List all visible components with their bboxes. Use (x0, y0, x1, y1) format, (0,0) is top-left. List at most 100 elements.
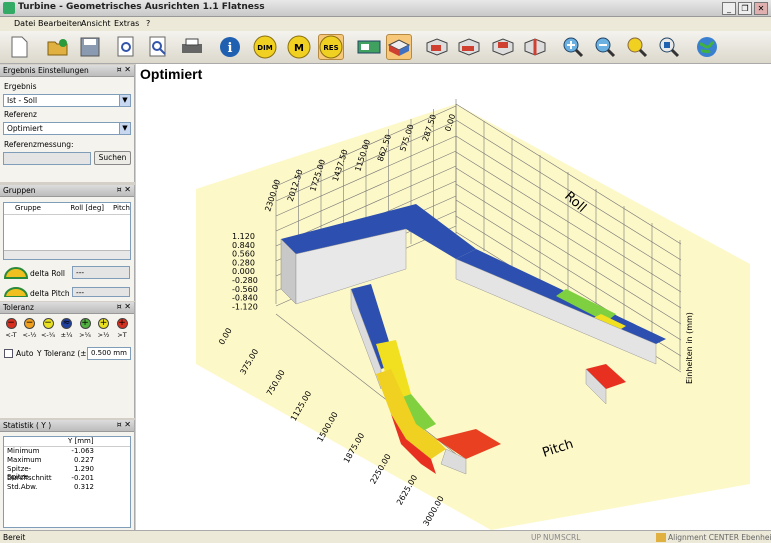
gruppen-table[interactable]: Gruppe Roll [deg] Pitch (3, 202, 131, 260)
referenz-value: Optimiert (7, 124, 43, 133)
status-text: Bereit (3, 533, 26, 542)
globe-icon[interactable] (694, 34, 720, 60)
tolerance-item[interactable]: + >½ (95, 318, 113, 339)
y-axis-ticks: 1.1200.8400.5600.2800.000-0.280-0.560-0.… (232, 232, 258, 311)
view-iso-icon[interactable] (522, 34, 548, 60)
y-toleranz-input[interactable]: 0.500 mm (87, 347, 131, 360)
tolerance-item[interactable]: − <-¼ (39, 318, 57, 339)
tolerance-label: >½ (97, 331, 110, 339)
stat-key: Std.Abw. (7, 483, 38, 491)
ergebnis-select[interactable]: Ist - Soll ▼ (3, 94, 131, 107)
toleranz-panel: Toleranz ¤ ✕ − <-T − <-½ − <-¼ ≈ ±¼ + >¼ + >½ + >T Aut… (0, 302, 135, 418)
tolerance-dot-icon: − (24, 318, 35, 329)
menu-extras[interactable]: Extras (114, 19, 139, 28)
zoom-in-icon[interactable] (560, 34, 586, 60)
referenzmessung-field[interactable] (3, 152, 91, 165)
chevron-down-icon: ▼ (119, 123, 130, 134)
chevron-down-icon: ▼ (119, 95, 130, 106)
panel-pin-close-icon[interactable]: ¤ ✕ (117, 65, 131, 74)
tolerance-item[interactable]: ≈ ±¼ (58, 318, 76, 339)
tolerance-label: <-T (5, 331, 17, 339)
info-icon[interactable]: i (217, 34, 243, 60)
col-roll[interactable]: Roll [deg] (52, 204, 104, 214)
tolerance-dot-icon: + (98, 318, 109, 329)
col-gruppe[interactable]: Gruppe (4, 204, 52, 214)
menu-ansicht[interactable]: Ansicht (81, 19, 111, 28)
delta-roll-icon (4, 267, 28, 279)
toleranz-title: Toleranz (3, 303, 34, 312)
m-label: M (294, 43, 304, 54)
measure-m-icon[interactable]: M (286, 34, 312, 60)
statistik-panel: Statistik ( Y ) ¤ ✕ Y [mm] Minimum -1.063 M… (0, 420, 135, 530)
stat-value: 1.290 (73, 465, 94, 473)
delta-roll-label: delta Roll (30, 269, 66, 278)
menu-datei[interactable]: Datei (14, 19, 35, 28)
ergebnis-header: Ergebnis Einstellungen ¤ ✕ (0, 65, 134, 77)
menu-help[interactable]: ? (146, 19, 150, 28)
tolerance-item[interactable]: + >¼ (76, 318, 94, 339)
tolerance-item[interactable]: − <-T (2, 318, 20, 339)
col-pitch[interactable]: Pitch (104, 204, 130, 214)
zoom-select-icon[interactable] (656, 34, 682, 60)
ergebnis-title: Ergebnis Einstellungen (3, 66, 89, 75)
view-side-icon[interactable] (456, 34, 482, 60)
auto-checkbox[interactable] (4, 349, 13, 358)
status-bar: Bereit UP NUM SCRL Alignment CENTER Eben… (0, 530, 771, 543)
new-document-icon[interactable] (6, 34, 32, 60)
horizontal-scrollbar[interactable] (4, 250, 130, 259)
res-icon[interactable]: RES (318, 34, 344, 60)
stat-row: Spitze-Spitze 1.290 (4, 465, 130, 481)
print-preview-icon[interactable] (113, 34, 139, 60)
y-tick-label: -1.120 (232, 302, 258, 311)
open-folder-icon[interactable] (45, 34, 71, 60)
statistik-header: Statistik ( Y ) ¤ ✕ (0, 420, 134, 432)
dim-icon[interactable]: DIM (252, 34, 278, 60)
panel-pin-close-icon[interactable]: ¤ ✕ (117, 185, 131, 194)
zoom-fit-icon[interactable] (624, 34, 650, 60)
zoom-out-icon[interactable] (592, 34, 618, 60)
delta-roll-value: --- (72, 266, 130, 279)
panel-pin-close-icon[interactable]: ¤ ✕ (117, 302, 131, 311)
tolerance-dot-icon: + (79, 318, 91, 329)
printer-icon[interactable] (179, 34, 205, 60)
minimize-button[interactable]: _ (722, 2, 736, 15)
save-icon[interactable] (77, 34, 103, 60)
tolerance-item[interactable]: − <-½ (21, 318, 39, 339)
dim-label: DIM (257, 44, 272, 52)
statistik-table[interactable]: Y [mm] Minimum -1.063 Maximum 0.227 Spitze-S… (3, 436, 131, 528)
panel-pin-close-icon[interactable]: ¤ ✕ (117, 420, 131, 429)
menu-bearbeiten[interactable]: Bearbeiten (38, 19, 82, 28)
tolerance-label: ±¼ (60, 331, 73, 339)
restore-button[interactable]: ❐ (738, 2, 752, 15)
search-document-icon[interactable] (145, 34, 171, 60)
y-toleranz-label: Y Toleranz (±) (37, 349, 90, 358)
tolerance-item[interactable]: + >T (113, 318, 131, 339)
tolerance-label: <-¼ (40, 331, 56, 339)
tolerance-dot-icon: + (116, 318, 128, 329)
stat-key: Durchschnitt (7, 474, 52, 482)
view-3d-icon[interactable] (386, 34, 412, 60)
res-label: RES (323, 44, 338, 52)
referenzmessung-label: Referenzmessung: (4, 140, 74, 149)
stat-value: 0.312 (73, 483, 94, 491)
y-tick-label: 1.120 (232, 232, 255, 241)
device-icon[interactable] (356, 34, 382, 60)
referenz-select[interactable]: Optimiert ▼ (3, 122, 131, 135)
col-y: Y [mm] (4, 437, 130, 447)
surface-plot[interactable]: 2300.00 2012.50 1725.00 1437.50 1150.00 862.5… (136, 64, 771, 530)
y-tick-label: 0.840 (232, 241, 255, 250)
ergebnis-panel: Ergebnis Einstellungen ¤ ✕ Ergebnis Ist -… (0, 65, 135, 182)
delta-pitch-icon (4, 287, 28, 297)
window-title: Turbine - Geometrisches Ausrichten 1.1 F… (18, 2, 265, 12)
plot-view[interactable]: Optimiert 2300.00 2012.50 1725.00 1437.50 11… (136, 64, 771, 530)
referenz-label: Referenz (4, 110, 37, 119)
stat-key: Maximum (7, 456, 42, 464)
view-front-icon[interactable] (424, 34, 450, 60)
suchen-button[interactable]: Suchen (94, 151, 131, 165)
view-top-icon[interactable] (490, 34, 516, 60)
close-button[interactable]: ✕ (754, 2, 768, 15)
tolerance-dot-icon: − (42, 318, 54, 329)
title-bar: Turbine - Geometrisches Ausrichten 1.1 F… (0, 0, 771, 17)
ergebnis-label: Ergebnis (4, 82, 37, 91)
tolerance-label: <-½ (22, 331, 37, 339)
